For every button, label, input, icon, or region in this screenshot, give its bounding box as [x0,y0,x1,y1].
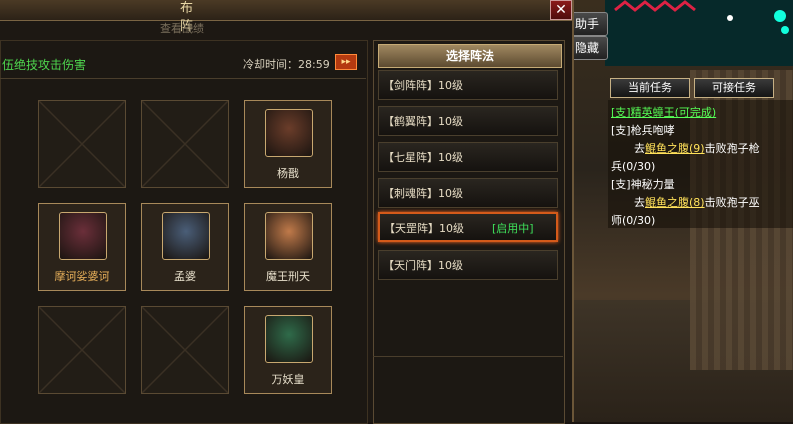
hero-slot[interactable]: 孟婆 [141,203,229,291]
task-line: [支]枪兵咆哮 [611,124,675,137]
divider [373,356,563,357]
hero-portrait [265,315,313,363]
tab-current-tasks[interactable]: 当前任务 [610,78,690,98]
formation-window: 布 阵 查看战绩 ✕ 伍绝技攻击伤害 冷却时间：28:59 ▸▸ 杨戬摩诃娑婆诃… [0,0,574,424]
empty-slot[interactable] [141,100,229,188]
task-text: 去 [634,196,645,209]
formation-item[interactable]: 【天罡阵】10级 [启用中] [378,212,558,242]
empty-slot[interactable] [38,100,126,188]
hero-slot[interactable]: 万妖皇 [244,306,332,394]
hero-portrait [265,109,313,157]
task-line: 去鲲鱼之腹(9)击败孢子枪 [634,140,760,156]
formation-item[interactable]: 【刺魂阵】10级 [378,178,558,208]
task-text: 击败孢子枪 [704,142,760,155]
formation-item[interactable]: 【天门阵】10级 [378,250,558,280]
formation-item[interactable]: 【鹤翼阵】10级 [378,106,558,136]
task-line[interactable]: [支]精英蟑王(可完成) [611,104,716,120]
hero-portrait [162,212,210,260]
formation-label: 【刺魂阵】10级 [383,187,463,200]
tab-available-tasks[interactable]: 可接任务 [694,78,774,98]
task-line: [支]神秘力量 [611,178,675,191]
formation-list-header: 选择阵法 [378,44,562,68]
hero-name: 摩诃娑婆诃 [54,270,110,283]
task-line: 去鲲鱼之腹(8)击败孢子巫 [634,194,760,210]
empty-slot[interactable] [38,306,126,394]
formation-label: 【天罡阵】10级 [384,222,464,235]
formation-item[interactable]: 【剑阵阵】10级 [378,70,558,100]
hero-portrait [59,212,107,260]
formation-label: 【七星阵】10级 [383,151,463,164]
active-status-badge: [启用中] [492,222,534,235]
divider [0,78,366,79]
task-line: 兵(0/30) [611,160,656,173]
speed-up-button[interactable]: ▸▸ [335,54,357,70]
formation-item[interactable]: 【七星阵】10级 [378,142,558,172]
close-button[interactable]: ✕ [550,0,572,20]
skill-description: 伍绝技攻击伤害 [2,58,87,72]
hero-name: 杨戬 [277,167,299,180]
task-text: 去 [634,142,645,155]
hero-name: 魔王刑天 [266,270,310,283]
task-line: 师(0/30) [611,214,656,227]
minimap-area [605,0,793,66]
hero-slot[interactable]: 魔王刑天 [244,203,332,291]
empty-slot-x-icon [39,101,125,187]
empty-slot-x-icon [142,101,228,187]
empty-slot-x-icon [39,307,125,393]
task-location-link[interactable]: 鲲鱼之腹(9) [645,142,705,155]
view-record-link[interactable]: 查看战绩 [160,20,240,36]
cooldown-label: 冷却时间：28:59 [243,58,330,71]
task-location-link[interactable]: 鲲鱼之腹(8) [645,196,705,209]
hero-portrait [265,212,313,260]
hero-name: 万妖皇 [271,373,305,386]
formation-label: 【鹤翼阵】10级 [383,115,463,128]
hero-name: 孟婆 [174,270,196,283]
window-titlebar: 布 阵 [0,0,572,34]
formation-label: 【天门阵】10级 [383,259,463,272]
empty-slot[interactable] [141,306,229,394]
task-text: 击败孢子巫 [704,196,760,209]
formation-label: 【剑阵阵】10级 [383,79,463,92]
hero-slot[interactable]: 杨戬 [244,100,332,188]
empty-slot-x-icon [142,307,228,393]
hero-slot[interactable]: 摩诃娑婆诃 [38,203,126,291]
